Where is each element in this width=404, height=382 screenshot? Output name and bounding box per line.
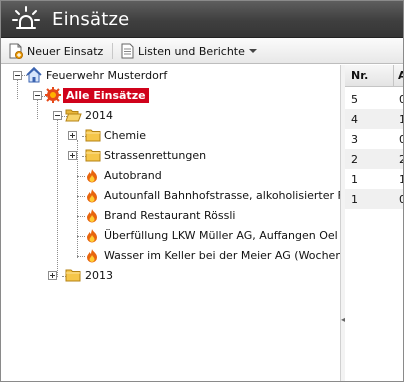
strassenrettungen-expand-toggle[interactable] xyxy=(68,151,77,160)
year-2014-collapse-toggle[interactable] xyxy=(53,111,62,120)
column-header-a[interactable]: A xyxy=(398,69,403,82)
toolbar-separator xyxy=(112,43,113,59)
cell-nr: 4 xyxy=(351,113,358,126)
flame-icon xyxy=(87,209,97,223)
table-row[interactable]: 1 1 xyxy=(345,169,403,189)
grid-header: Nr. A xyxy=(345,65,403,87)
einsatz-grid: Nr. A 5 0 4 1 3 0 2 2 1 1 1 0 xyxy=(345,65,403,381)
open-folder-icon xyxy=(65,109,82,122)
folder-icon xyxy=(85,129,101,142)
tree-folder-strassenrettungen[interactable]: Strassenrettungen xyxy=(104,149,206,162)
folder-icon xyxy=(65,269,81,282)
cell-nr: 1 xyxy=(351,193,358,206)
chemie-expand-toggle[interactable] xyxy=(68,131,77,140)
table-row[interactable]: 3 0 xyxy=(345,129,403,149)
app-window: Einsätze Neuer Einsatz Listen und Berich… xyxy=(0,0,404,382)
cell-nr: 3 xyxy=(351,133,358,146)
cell-nr: 5 xyxy=(351,93,358,106)
tree-root-label[interactable]: Feuerwehr Musterdorf xyxy=(46,69,167,82)
tree-incident-autobrand[interactable]: Autobrand xyxy=(104,169,162,182)
table-row[interactable]: 4 1 xyxy=(345,109,403,129)
column-header-nr[interactable]: Nr. xyxy=(351,69,368,82)
flame-icon xyxy=(87,169,97,183)
cell-a: 0 xyxy=(399,93,403,106)
tree-incident-wasser[interactable]: Wasser im Keller bei der Meier AG (Woche… xyxy=(104,249,343,262)
all-collapse-toggle[interactable] xyxy=(33,91,42,100)
title-bar: Einsätze xyxy=(1,1,403,38)
table-row[interactable]: 5 0 xyxy=(345,89,403,109)
table-row[interactable]: 1 0 xyxy=(345,189,403,209)
tree-year-2013[interactable]: 2013 xyxy=(85,269,113,282)
table-row[interactable]: 2 2 xyxy=(345,149,403,169)
tree-year-2014[interactable]: 2014 xyxy=(85,109,113,122)
tree-all-einsaetze[interactable]: Alle Einsätze xyxy=(63,88,149,103)
tree-folder-chemie[interactable]: Chemie xyxy=(104,129,146,142)
toolbar: Neuer Einsatz Listen und Berichte xyxy=(1,38,403,64)
cell-nr: 2 xyxy=(351,153,358,166)
new-einsatz-label: Neuer Einsatz xyxy=(27,44,104,58)
new-document-icon xyxy=(9,43,23,59)
cell-a: 1 xyxy=(399,113,403,126)
chevron-down-icon xyxy=(248,49,257,53)
einsatz-tree: Feuerwehr Musterdorf Alle Einsätze 2014 xyxy=(1,65,344,381)
window-title: Einsätze xyxy=(52,9,130,30)
cell-nr: 1 xyxy=(351,173,358,186)
report-document-icon xyxy=(121,43,134,59)
cell-a: 0 xyxy=(399,133,403,146)
tree-incident-ueberfuellung[interactable]: Überfüllung LKW Müller AG, Auffangen Oel xyxy=(104,229,338,242)
lists-reports-label: Listen und Berichte xyxy=(138,44,245,58)
tree-incident-autounfall[interactable]: Autounfall Bahnhofstrasse, alkoholisiert… xyxy=(104,189,343,202)
flame-icon xyxy=(87,189,97,203)
year-2013-expand-toggle[interactable] xyxy=(48,271,57,280)
home-icon xyxy=(26,67,42,83)
tree-incident-brand-restaurant[interactable]: Brand Restaurant Rössli xyxy=(104,209,235,222)
flame-icon xyxy=(87,249,97,263)
cell-a: 0 xyxy=(399,193,403,206)
folder-icon xyxy=(85,149,101,162)
flame-icon xyxy=(87,229,97,243)
alarm-light-icon xyxy=(12,6,40,29)
cell-a: 1 xyxy=(399,173,403,186)
new-einsatz-button[interactable]: Neuer Einsatz xyxy=(9,42,103,60)
lists-reports-menu-button[interactable]: Listen und Berichte xyxy=(121,42,257,60)
alarm-burst-icon xyxy=(45,87,61,103)
root-collapse-toggle[interactable] xyxy=(13,71,22,80)
cell-a: 2 xyxy=(399,153,403,166)
